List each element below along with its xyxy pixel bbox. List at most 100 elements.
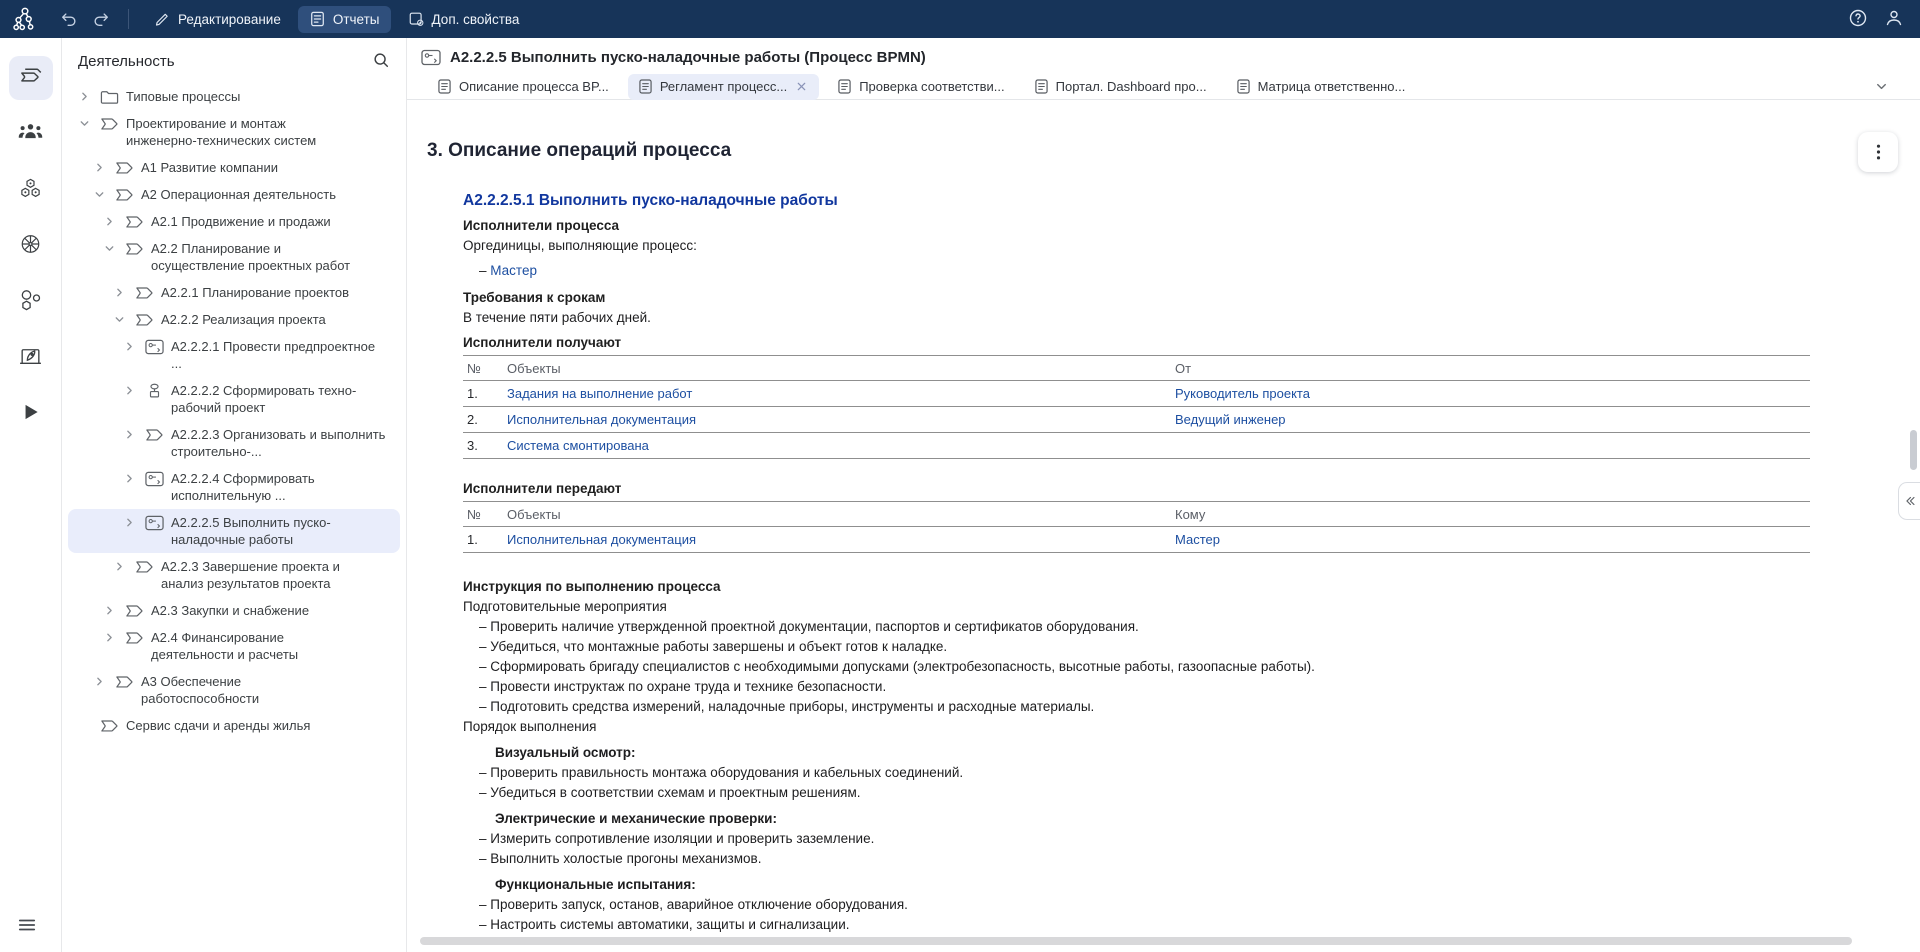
order-title: Порядок выполнения — [463, 717, 1890, 737]
report-tab[interactable]: Портал. Dashboard про... — [1024, 74, 1218, 100]
tab-label: Описание процесса BP... — [459, 79, 609, 94]
rail-item[interactable] — [9, 168, 53, 212]
order-line: – Проверить правильность монтажа оборудо… — [463, 763, 1890, 783]
bpmn-icon — [143, 338, 165, 355]
tree-item-label: А2.2.2.1 Провести предпроектное ... — [171, 338, 386, 372]
tree-item-label: А2.1 Продвижение и продажи — [151, 213, 331, 230]
tree-item[interactable]: А2.1 Продвижение и продажи — [68, 208, 400, 235]
process-icon — [123, 629, 145, 646]
topbar: Редактирование Отчеты Доп. свойства — [0, 0, 1920, 38]
chevron-icon[interactable] — [78, 88, 92, 105]
doc-subheading: А2.2.2.5.1 Выполнить пуско-наладочные ра… — [463, 192, 1890, 210]
docpage-icon — [1237, 79, 1251, 95]
chevron-icon[interactable] — [123, 426, 137, 443]
topbar-mode-button[interactable]: Доп. свойства — [397, 6, 531, 33]
order-line: – Выполнить холостые прогоны механизмов. — [463, 849, 1890, 869]
tree-item[interactable]: А3 Обеспечение работоспособности — [68, 668, 400, 712]
search-icon[interactable] — [372, 51, 392, 71]
collapse-panel-button[interactable] — [1898, 482, 1920, 520]
horizontal-scrollbar[interactable] — [420, 937, 1852, 945]
report-tab[interactable]: Описание процесса BP... — [427, 74, 620, 100]
topbar-mode-button[interactable]: Отчеты — [298, 6, 391, 33]
chevron-icon[interactable] — [103, 240, 117, 257]
play-icon — [18, 401, 43, 428]
party-link[interactable]: Руководитель проекта — [1175, 386, 1310, 401]
object-link[interactable]: Исполнительная документация — [507, 532, 696, 547]
tree-item[interactable]: А2.2.2.4 Сформировать исполнительную ... — [68, 465, 400, 509]
topbar-button-label: Отчеты — [333, 12, 380, 27]
tree-item[interactable]: Проектирование и монтаж инженерно-технич… — [68, 110, 400, 154]
undo-button[interactable] — [56, 6, 82, 32]
instruction-item: – Проверить наличие утвержденной проектн… — [463, 617, 1890, 637]
reportdoc-icon — [309, 11, 326, 28]
chevron-icon[interactable] — [93, 186, 107, 203]
chevron-icon[interactable] — [103, 629, 117, 646]
object-link[interactable]: Задания на выполнение работ — [507, 386, 692, 401]
chevron-icon[interactable] — [113, 284, 127, 301]
tree-item[interactable]: А2 Операционная деятельность — [68, 181, 400, 208]
rail-item[interactable] — [9, 392, 53, 436]
chevron-icon[interactable] — [93, 673, 107, 690]
topbar-button-label: Редактирование — [178, 12, 281, 27]
tree-item[interactable]: А2.2.1 Планирование проектов — [68, 279, 400, 306]
report-tab[interactable]: Матрица ответственно... — [1226, 74, 1417, 100]
col-header-from: От — [1175, 356, 1810, 381]
close-icon[interactable] — [796, 81, 808, 93]
tree-item[interactable]: Сервис сдачи и аренды жилья — [68, 712, 400, 739]
chevron-icon[interactable] — [78, 115, 92, 132]
rail-item[interactable] — [9, 224, 53, 268]
app-logo-icon[interactable] — [10, 4, 40, 34]
col-header-num: № — [463, 502, 507, 527]
redo-button[interactable] — [88, 6, 114, 32]
pencil-icon — [154, 11, 171, 28]
chevron-icon[interactable] — [103, 213, 117, 230]
tree-item[interactable]: А1 Развитие компании — [68, 154, 400, 181]
chevron-icon[interactable] — [123, 382, 137, 399]
tree-item[interactable]: А2.2.2 Реализация проекта — [68, 306, 400, 333]
tree-item[interactable]: А2.2.3 Завершение проекта и анализ резул… — [68, 553, 400, 597]
topbar-divider — [128, 9, 129, 29]
rail-item[interactable] — [9, 112, 53, 156]
shapes-icon — [18, 289, 43, 316]
tree-item-label: А2.2.2.3 Организовать и выполнить строит… — [171, 426, 386, 460]
row-number: 1. — [463, 527, 507, 553]
chevron-icon[interactable] — [113, 311, 127, 328]
vertical-scrollbar[interactable] — [1910, 430, 1917, 470]
user-icon[interactable] — [1884, 8, 1906, 30]
tree-item[interactable]: А2.2.2.2 Сформировать техно-рабочий прое… — [68, 377, 400, 421]
topbar-mode-button[interactable]: Редактирование — [143, 6, 292, 33]
report-tab[interactable]: Регламент процесс... — [628, 74, 819, 100]
tree-item[interactable]: А2.4 Финансирование деятельности и расче… — [68, 624, 400, 668]
report-tab[interactable]: Проверка соответстви... — [827, 74, 1015, 100]
party-link[interactable]: Ведущий инженер — [1175, 412, 1286, 427]
menu-burger-icon[interactable] — [18, 918, 44, 938]
chevron-icon[interactable] — [113, 558, 127, 575]
object-link[interactable]: Система смонтирована — [507, 438, 649, 453]
bpmn-icon — [143, 470, 165, 487]
chevron-down-icon[interactable] — [1874, 79, 1890, 95]
object-link[interactable]: Исполнительная документация — [507, 412, 696, 427]
chevron-icon[interactable] — [123, 338, 137, 355]
party-link[interactable]: Мастер — [1175, 532, 1220, 547]
left-icon-rail — [0, 38, 62, 952]
rail-item[interactable] — [9, 280, 53, 324]
tree-item[interactable]: А2.2.2.5 Выполнить пуско-наладочные рабо… — [68, 509, 400, 553]
tree-item[interactable]: А2.3 Закупки и снабжение — [68, 597, 400, 624]
rail-item[interactable] — [9, 336, 53, 380]
process-icon — [133, 558, 155, 575]
instruction-title: Инструкция по выполнению процесса — [463, 577, 1890, 597]
rail-item[interactable] — [9, 56, 53, 100]
kebab-menu-button[interactable] — [1858, 132, 1898, 172]
chevron-icon[interactable] — [93, 159, 107, 176]
chevron-icon[interactable] — [103, 602, 117, 619]
performer-link[interactable]: Мастер — [490, 263, 537, 278]
tree-item[interactable]: А2.2 Планирование и осуществление проект… — [68, 235, 400, 279]
tree-item[interactable]: Типовые процессы — [68, 83, 400, 110]
process-icon — [123, 602, 145, 619]
chevron-icon[interactable] — [123, 470, 137, 487]
col-header-num: № — [463, 356, 507, 381]
tree-item[interactable]: А2.2.2.1 Провести предпроектное ... — [68, 333, 400, 377]
chevron-icon[interactable] — [123, 514, 137, 531]
tree-item[interactable]: А2.2.2.3 Организовать и выполнить строит… — [68, 421, 400, 465]
help-icon[interactable] — [1848, 8, 1870, 30]
